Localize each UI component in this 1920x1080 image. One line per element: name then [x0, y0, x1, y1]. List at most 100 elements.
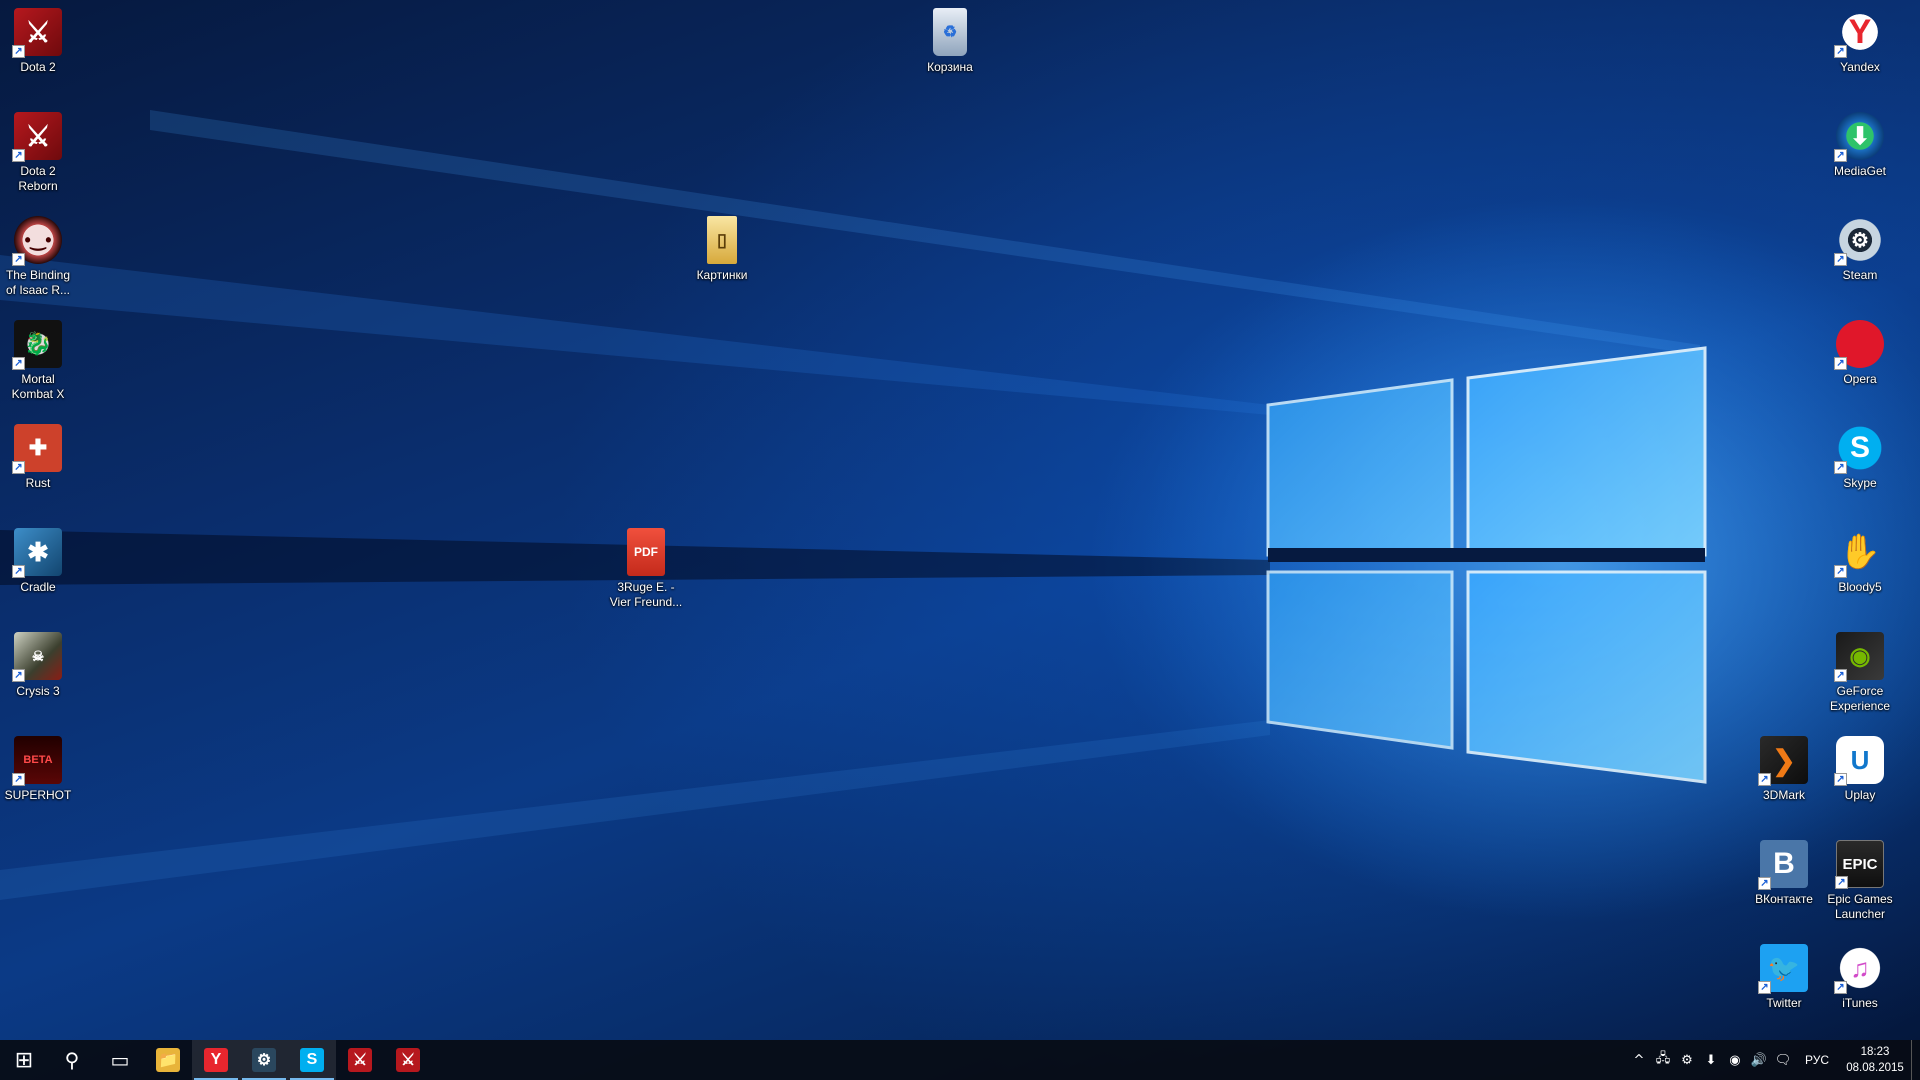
- geforce-experience-image: ◉ ↗: [1834, 632, 1884, 682]
- epic-games-launcher-glyph: EPIC: [1842, 855, 1878, 873]
- taskbar-dota-2-reborn[interactable]: ⚔: [384, 1040, 432, 1080]
- superhot-icon[interactable]: BETA ↗ SUPERHOT: [0, 736, 76, 803]
- bloody5-icon[interactable]: ✋ ↗ Bloody5: [1822, 528, 1898, 595]
- network-icon[interactable]: 🖧: [1651, 1040, 1675, 1080]
- dota-2-reborn-icon[interactable]: ⚔ ↗ Dota 2 Reborn: [0, 112, 76, 194]
- show-desktop-button[interactable]: [1911, 1040, 1920, 1080]
- task-view-button[interactable]: ▭: [96, 1040, 144, 1080]
- steam-image: ⚙ ↗: [1834, 216, 1884, 266]
- twitter-icon[interactable]: 🐦 ↗ Twitter: [1746, 944, 1822, 1011]
- desktop-icon-label: Epic Games Launcher: [1827, 892, 1893, 921]
- mediaget-tray-icon[interactable]: ⬇: [1699, 1040, 1723, 1080]
- shortcut-arrow-icon: ↗: [1834, 461, 1847, 474]
- crysis-3-icon[interactable]: ☠ ↗ Crysis 3: [0, 632, 76, 699]
- superhot-image: BETA ↗: [12, 736, 62, 786]
- recycle-bin-icon[interactable]: ♻ Корзина: [912, 8, 988, 75]
- skype-glyph: S: [1849, 431, 1870, 464]
- geforce-experience-icon[interactable]: ◉ ↗ GeForce Experience: [1822, 632, 1898, 714]
- search-icon: ⚲: [64, 1048, 80, 1072]
- pdf-file-image: PDF: [627, 528, 665, 576]
- geforce-experience-glyph: ◉: [1849, 642, 1871, 670]
- yandex-browser-icon[interactable]: Y ↗ Yandex: [1822, 8, 1898, 75]
- twitter-glyph: 🐦: [1767, 952, 1801, 983]
- dota-2-icon[interactable]: ⚔ ↗ Dota 2: [0, 8, 76, 75]
- shortcut-arrow-icon: ↗: [12, 773, 25, 786]
- taskbar-file-explorer[interactable]: 📁: [144, 1040, 192, 1080]
- shortcut-arrow-icon: ↗: [1758, 877, 1771, 890]
- mediaget-icon[interactable]: ⬇ ↗ MediaGet: [1822, 112, 1898, 179]
- epic-games-launcher-icon[interactable]: EPIC ↗ Epic Games Launcher: [1822, 840, 1898, 922]
- shortcut-arrow-icon: ↗: [12, 253, 25, 266]
- opera-icon[interactable]: O↗ Opera: [1822, 320, 1898, 387]
- clock-time: 18:23: [1860, 1046, 1890, 1058]
- superhot-glyph: BETA: [23, 754, 53, 766]
- desktop-icon-label: Dota 2 Reborn: [18, 164, 58, 193]
- shortcut-arrow-icon: ↗: [12, 149, 25, 162]
- skype-image: S ↗: [1834, 424, 1884, 474]
- dota-2-image: ⚔ ↗: [12, 8, 62, 58]
- action-center-icon[interactable]: 🗨: [1771, 1040, 1795, 1080]
- system-tray: ^ 🖧 ⚙ ⬇ ◉ 🔊 🗨 РУС 18:23 08.08.2015: [1627, 1040, 1920, 1080]
- desktop-icon-label: The Binding of Isaac R...: [5, 268, 71, 297]
- desktop-icon-label: Opera: [1843, 372, 1877, 386]
- pdf-file-glyph: PDF: [634, 545, 658, 559]
- binding-of-isaac-icon[interactable]: •‿• ↗ The Binding of Isaac R...: [0, 216, 76, 298]
- steam-glyph: ⚙: [1851, 229, 1869, 252]
- 3dmark-icon[interactable]: ❯ ↗ 3DMark: [1746, 736, 1822, 803]
- steam-tray-icon[interactable]: ⚙: [1675, 1040, 1699, 1080]
- mortal-kombat-x-icon[interactable]: 🐉 ↗ Mortal Kombat X: [0, 320, 76, 402]
- taskbar-yandex-browser[interactable]: Y: [192, 1040, 240, 1080]
- pictures-folder-icon[interactable]: ▯ Картинки: [684, 216, 760, 283]
- search-button[interactable]: ⚲: [48, 1040, 96, 1080]
- desktop[interactable]: ⚔ ↗ Dota 2 ⚔ ↗ Dota 2 Reborn •‿• ↗ The Binding…: [0, 0, 1920, 1080]
- clock[interactable]: 18:23 08.08.2015: [1839, 1044, 1911, 1076]
- desktop-icon-label: SUPERHOT: [4, 788, 72, 802]
- desktop-icon-label: Картинки: [696, 268, 748, 282]
- shortcut-arrow-icon: ↗: [12, 669, 25, 682]
- cradle-icon[interactable]: ✱ ↗ Cradle: [0, 528, 76, 595]
- vkontakte-glyph: B: [1773, 847, 1795, 880]
- rust-icon[interactable]: ✚ ↗ Rust: [0, 424, 76, 491]
- binding-of-isaac-image: •‿• ↗: [12, 216, 62, 266]
- desktop-icon-label: Crysis 3: [16, 684, 60, 698]
- mortal-kombat-x-glyph: 🐉: [24, 331, 52, 356]
- itunes-icon[interactable]: ♫ ↗ iTunes: [1822, 944, 1898, 1011]
- dota-2-glyph: ⚔: [25, 16, 51, 48]
- shortcut-arrow-icon: ↗: [1834, 773, 1847, 786]
- skype-icon[interactable]: S ↗ Skype: [1822, 424, 1898, 491]
- bloody5-image: ✋ ↗: [1834, 528, 1884, 578]
- shortcut-arrow-icon: ↗: [12, 565, 25, 578]
- shortcut-arrow-icon: ↗: [1834, 357, 1847, 370]
- vkontakte-icon[interactable]: B ↗ ВКонтакте: [1746, 840, 1822, 907]
- desktop-icon-label: Bloody5: [1838, 580, 1882, 594]
- volume-icon[interactable]: 🔊: [1747, 1040, 1771, 1080]
- crysis-3-glyph: ☠: [31, 647, 45, 664]
- steam-icon[interactable]: ⚙ ↗ Steam: [1822, 216, 1898, 283]
- shortcut-arrow-icon: ↗: [1834, 45, 1847, 58]
- clock-date: 08.08.2015: [1846, 1062, 1904, 1074]
- desktop-icon-label: Twitter: [1766, 996, 1802, 1010]
- mediaget-glyph: ⬇: [1849, 122, 1871, 150]
- 3dmark-glyph: ❯: [1772, 744, 1796, 776]
- 3dmark-image: ❯ ↗: [1758, 736, 1808, 786]
- start-button[interactable]: ⊞: [0, 1040, 48, 1080]
- itunes-glyph: ♫: [1850, 952, 1870, 983]
- show-hidden-icons-chevron[interactable]: ^: [1627, 1040, 1651, 1080]
- yandex-browser-icon: Y: [204, 1048, 228, 1072]
- pdf-file-icon[interactable]: PDF 3Ruge E. - Vier Freund...: [608, 528, 684, 610]
- shortcut-arrow-icon: ↗: [1834, 149, 1847, 162]
- desktop-icon-label: Cradle: [20, 580, 56, 594]
- binding-of-isaac-glyph: •‿•: [24, 229, 52, 250]
- cradle-image: ✱ ↗: [12, 528, 62, 578]
- taskbar-skype[interactable]: S: [288, 1040, 336, 1080]
- taskbar-steam[interactable]: ⚙: [240, 1040, 288, 1080]
- geforce-tray-icon[interactable]: ◉: [1723, 1040, 1747, 1080]
- language-indicator[interactable]: РУС: [1795, 1053, 1839, 1067]
- uplay-icon[interactable]: U ↗ Uplay: [1822, 736, 1898, 803]
- pictures-folder-glyph: ▯: [717, 229, 727, 250]
- desktop-icon-label: Skype: [1843, 476, 1877, 490]
- taskbar-dota-2[interactable]: ⚔: [336, 1040, 384, 1080]
- desktop-icon-label: Yandex: [1840, 60, 1880, 74]
- desktop-icon-label: Mortal Kombat X: [11, 372, 65, 401]
- recycle-bin-glyph: ♻: [942, 24, 958, 41]
